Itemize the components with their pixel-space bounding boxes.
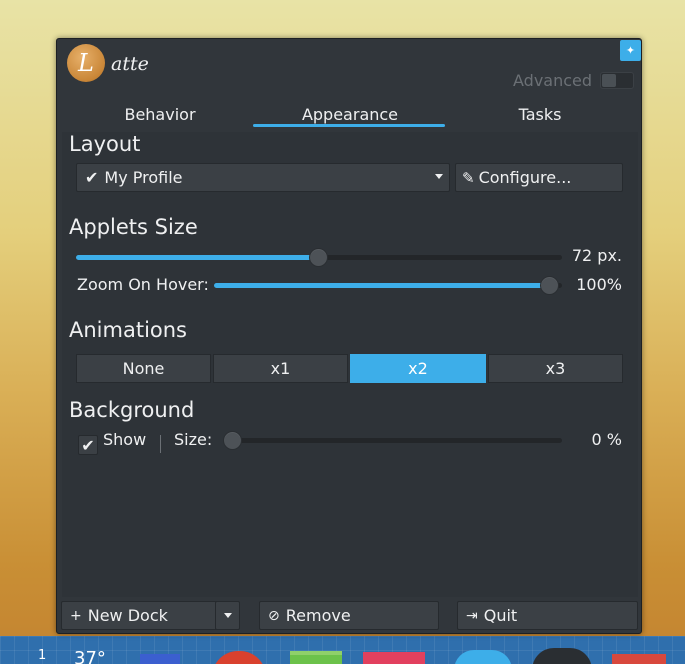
tab-tasks[interactable]: Tasks bbox=[445, 99, 635, 129]
new-dock-label: New Dock bbox=[87, 606, 168, 625]
layout-heading: Layout bbox=[69, 132, 141, 156]
remove-button[interactable]: ⊘ Remove bbox=[259, 601, 439, 630]
plus-icon: + bbox=[70, 607, 82, 624]
configure-label: Configure... bbox=[478, 168, 572, 187]
zoom-on-hover-slider-handle[interactable] bbox=[540, 276, 559, 295]
tab-bar: Behavior Appearance Tasks bbox=[65, 99, 635, 129]
advanced-toggle-knob bbox=[602, 74, 616, 87]
dock-workspace-number[interactable]: 1 bbox=[38, 648, 46, 663]
dock-app-icon-green[interactable] bbox=[290, 651, 342, 664]
applets-size-slider-handle[interactable] bbox=[309, 248, 328, 267]
chevron-down-icon bbox=[435, 174, 443, 179]
applets-size-slider[interactable] bbox=[76, 248, 562, 267]
checkmark-icon: ✔ bbox=[81, 435, 95, 455]
applets-size-slider-fill bbox=[76, 255, 319, 260]
advanced-label: Advanced bbox=[513, 71, 593, 90]
dock-app-icon-red-box[interactable] bbox=[612, 654, 666, 664]
remove-icon: ⊘ bbox=[268, 607, 280, 624]
dock-weather-temperature[interactable]: 37° bbox=[74, 648, 106, 664]
animation-x3-button[interactable]: x3 bbox=[488, 354, 623, 383]
appearance-page: Layout ✔ My Profile ✎ Configure... Apple… bbox=[62, 132, 638, 597]
background-show-label: Show bbox=[103, 430, 147, 449]
tab-behavior[interactable]: Behavior bbox=[65, 99, 255, 129]
dock-app-icon-blue[interactable] bbox=[140, 654, 180, 664]
layout-profile-combobox[interactable]: ✔ My Profile bbox=[76, 163, 450, 192]
dock-app-icon-pink[interactable] bbox=[363, 652, 425, 664]
quit-icon: ⇥ bbox=[466, 607, 478, 624]
background-size-slider[interactable] bbox=[223, 431, 562, 450]
animation-none-button[interactable]: None bbox=[76, 354, 211, 383]
logo-text: atte bbox=[111, 53, 149, 75]
remove-label: Remove bbox=[285, 606, 351, 625]
zoom-on-hover-value: 100% bbox=[576, 275, 622, 294]
background-size-label: Size: bbox=[174, 430, 213, 449]
pin-button[interactable]: ✦ bbox=[620, 40, 641, 61]
applets-size-heading: Applets Size bbox=[69, 215, 198, 239]
vertical-divider bbox=[160, 435, 161, 453]
background-heading: Background bbox=[69, 398, 195, 422]
background-show-checkbox[interactable]: ✔ bbox=[78, 435, 98, 455]
latte-logo-icon: L bbox=[67, 44, 105, 82]
zoom-on-hover-label: Zoom On Hover: bbox=[77, 275, 209, 294]
background-size-value: 0 % bbox=[591, 430, 622, 449]
applets-size-value: 72 px. bbox=[571, 246, 622, 265]
new-dock-button[interactable]: + New Dock bbox=[61, 601, 217, 630]
zoom-on-hover-slider[interactable] bbox=[214, 276, 562, 295]
background-size-slider-handle[interactable] bbox=[223, 431, 242, 450]
pencil-icon: ✎ bbox=[462, 168, 475, 187]
advanced-toggle[interactable] bbox=[600, 72, 634, 89]
quit-label: Quit bbox=[483, 606, 518, 625]
new-dock-dropdown-button[interactable] bbox=[215, 601, 240, 630]
animation-x1-button[interactable]: x1 bbox=[213, 354, 348, 383]
zoom-on-hover-slider-fill bbox=[214, 283, 550, 288]
checkmark-icon: ✔ bbox=[85, 168, 99, 187]
active-tab-indicator bbox=[253, 124, 445, 127]
pin-icon: ✦ bbox=[625, 44, 636, 57]
configure-button[interactable]: ✎ Configure... bbox=[455, 163, 623, 192]
quit-button[interactable]: ⇥ Quit bbox=[457, 601, 638, 630]
latte-settings-window: ✦ L atte Advanced Behavior Appearance Ta… bbox=[56, 38, 642, 634]
chevron-down-icon bbox=[224, 613, 232, 618]
logo-letter: L bbox=[78, 49, 94, 77]
animations-heading: Animations bbox=[69, 318, 188, 342]
animation-x2-button[interactable]: x2 bbox=[350, 354, 486, 383]
layout-profile-value: My Profile bbox=[104, 168, 183, 187]
